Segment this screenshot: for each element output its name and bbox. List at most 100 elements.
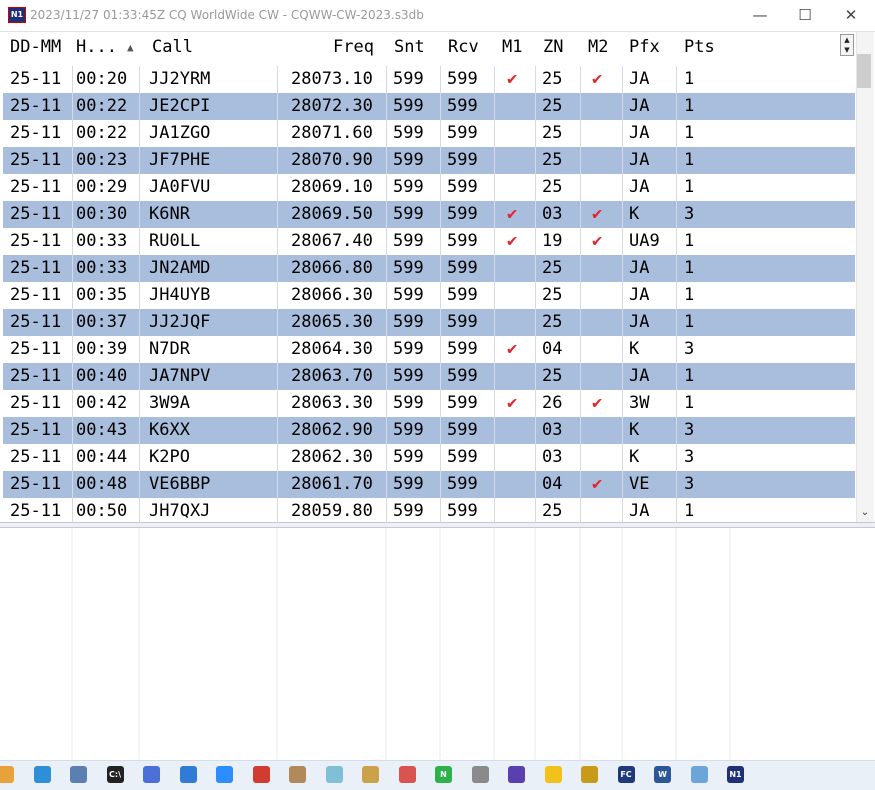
col-header-time[interactable]: H... bbox=[76, 32, 117, 63]
terminal-icon[interactable]: C:\ bbox=[106, 766, 124, 783]
table-row[interactable]: 25-11 00:33 JN2AMD 28066.80 599 599 25 JA 1 bbox=[3, 255, 855, 282]
scrollbar-thumb[interactable] bbox=[857, 54, 871, 88]
cell-snt: 599 bbox=[393, 150, 424, 170]
table-row[interactable]: 25-11 00:23 JF7PHE 28070.90 599 599 25 JA 1 bbox=[3, 147, 855, 174]
table-row[interactable]: 25-11 00:29 JA0FVU 28069.10 599 599 25 JA 1 bbox=[3, 174, 855, 201]
media-icon[interactable] bbox=[508, 766, 525, 783]
table-row[interactable]: 25-11 00:20 JJ2YRM 28073.10 599 599 ✔ 25 ✔ JA 1 bbox=[3, 66, 855, 93]
column-divider bbox=[494, 390, 495, 417]
cell-rcv: 599 bbox=[447, 393, 478, 413]
cell-rcv: 599 bbox=[447, 501, 478, 521]
maximize-button[interactable]: ☐ bbox=[782, 0, 828, 31]
column-divider bbox=[676, 390, 677, 417]
column-divider bbox=[535, 174, 536, 201]
table-row[interactable]: 25-11 00:37 JJ2JQF 28065.30 599 599 25 JA 1 bbox=[3, 309, 855, 336]
col-header-snt[interactable]: Snt bbox=[394, 32, 425, 63]
column-divider bbox=[494, 201, 495, 228]
column-divider bbox=[676, 444, 677, 471]
close-button[interactable]: ✕ bbox=[828, 0, 874, 31]
table-row[interactable]: 25-11 00:50 JH7QXJ 28059.80 599 599 25 JA 1 bbox=[3, 498, 855, 525]
cell-time: 00:23 bbox=[76, 150, 128, 170]
cell-freq: 28063.70 bbox=[291, 366, 373, 386]
cell-zn: 25 bbox=[542, 69, 563, 89]
cell-time: 00:39 bbox=[76, 339, 128, 359]
column-header-row: DD-MM H... ▲ Call Freq Snt Rcv M1 ZN M2 … bbox=[0, 32, 855, 63]
folder-icon[interactable] bbox=[0, 766, 14, 783]
table-row[interactable]: 25-11 00:30 K6NR 28069.50 599 599 ✔ 03 ✔ K 3 bbox=[3, 201, 855, 228]
tool-icon[interactable] bbox=[398, 766, 416, 783]
col-header-freq[interactable]: Freq bbox=[333, 32, 374, 63]
column-divider bbox=[277, 174, 278, 201]
browser-icon[interactable] bbox=[143, 766, 160, 783]
cell-freq: 28061.70 bbox=[291, 474, 373, 494]
column-divider bbox=[580, 147, 581, 174]
word-icon[interactable]: W bbox=[654, 766, 671, 783]
ball-icon[interactable] bbox=[581, 766, 598, 783]
column-divider bbox=[277, 498, 278, 525]
col-header-rcv[interactable]: Rcv bbox=[448, 32, 479, 63]
column-divider bbox=[440, 255, 441, 282]
spin-up-icon[interactable]: ▲ bbox=[841, 35, 853, 45]
table-row[interactable]: 25-11 00:22 JA1ZGO 28071.60 599 599 25 JA 1 bbox=[3, 120, 855, 147]
cell-freq: 28062.90 bbox=[291, 420, 373, 440]
column-divider bbox=[622, 282, 623, 309]
monitor-icon[interactable] bbox=[33, 766, 51, 783]
table-row[interactable]: 25-11 00:22 JE2CPI 28072.30 599 599 25 JA 1 bbox=[3, 93, 855, 120]
column-divider bbox=[494, 147, 495, 174]
cell-time: 00:33 bbox=[76, 231, 128, 251]
network-icon[interactable] bbox=[70, 766, 87, 783]
column-divider bbox=[535, 201, 536, 228]
zoom-icon[interactable] bbox=[216, 766, 233, 783]
cell-rcv: 599 bbox=[447, 231, 478, 251]
row-height-spinner[interactable]: ▲ ▼ bbox=[840, 34, 854, 56]
table-row[interactable]: 25-11 00:40 JA7NPV 28063.70 599 599 25 JA 1 bbox=[3, 363, 855, 390]
table-row[interactable]: 25-11 00:39 N7DR 28064.30 599 599 ✔ 04 K 3 bbox=[3, 336, 855, 363]
notes-icon[interactable] bbox=[325, 766, 343, 783]
col-header-date[interactable]: DD-MM bbox=[10, 32, 61, 63]
video-icon[interactable] bbox=[544, 766, 562, 783]
column-divider bbox=[386, 282, 387, 309]
cell-snt: 599 bbox=[393, 204, 424, 224]
photos-icon[interactable] bbox=[179, 766, 197, 783]
col-header-m2[interactable]: M2 bbox=[588, 32, 608, 63]
cell-time: 00:30 bbox=[76, 204, 128, 224]
editor-icon[interactable] bbox=[362, 766, 379, 783]
cell-zn: 03 bbox=[542, 420, 563, 440]
column-divider bbox=[622, 471, 623, 498]
n-app-icon[interactable]: N bbox=[435, 766, 452, 783]
cell-date: 25-11 bbox=[10, 393, 62, 413]
col-header-call[interactable]: Call bbox=[152, 32, 193, 63]
table-row[interactable]: 25-11 00:44 K2PO 28062.30 599 599 03 K 3 bbox=[3, 444, 855, 471]
pdf-icon[interactable] bbox=[252, 766, 270, 783]
table-row[interactable]: 25-11 00:35 JH4UYB 28066.30 599 599 25 JA 1 bbox=[3, 282, 855, 309]
column-divider bbox=[440, 336, 441, 363]
minimize-button[interactable]: — bbox=[737, 0, 783, 31]
column-divider bbox=[622, 174, 623, 201]
col-header-m1[interactable]: M1 bbox=[502, 32, 522, 63]
column-divider bbox=[535, 363, 536, 390]
cell-freq: 28067.40 bbox=[291, 231, 373, 251]
column-divider bbox=[386, 174, 387, 201]
cell-date: 25-11 bbox=[10, 258, 62, 278]
n1mm-logo-icon[interactable]: N1 bbox=[8, 7, 26, 23]
table-row[interactable]: 25-11 00:42 3W9A 28063.30 599 599 ✔ 26 ✔ 3W 1 bbox=[3, 390, 855, 417]
column-divider bbox=[535, 471, 536, 498]
col-header-pfx[interactable]: Pfx bbox=[629, 32, 660, 63]
table-row[interactable]: 25-11 00:33 RU0LL 28067.40 599 599 ✔ 19 ✔ UA9 1 bbox=[3, 228, 855, 255]
fc-icon[interactable]: FC bbox=[617, 766, 635, 783]
column-divider bbox=[580, 120, 581, 147]
table-row[interactable]: 25-11 00:43 K6XX 28062.90 599 599 03 K 3 bbox=[3, 417, 855, 444]
vertical-scrollbar[interactable] bbox=[856, 32, 874, 522]
n1mm-icon[interactable]: N1 bbox=[727, 766, 744, 783]
col-header-zn[interactable]: ZN bbox=[543, 32, 563, 63]
cell-call: N7DR bbox=[149, 339, 190, 359]
table-row[interactable]: 25-11 00:48 VE6BBP 28061.70 599 599 04 ✔ VE 3 bbox=[3, 471, 855, 498]
map-icon[interactable] bbox=[289, 766, 306, 783]
col-header-pts[interactable]: Pts bbox=[684, 32, 715, 63]
column-divider bbox=[535, 93, 536, 120]
scroll-down-icon[interactable]: ⌄ bbox=[858, 506, 872, 520]
alien-icon[interactable] bbox=[471, 766, 489, 783]
spin-down-icon[interactable]: ▼ bbox=[841, 45, 853, 55]
cell-date: 25-11 bbox=[10, 96, 62, 116]
link-icon[interactable] bbox=[690, 766, 708, 783]
